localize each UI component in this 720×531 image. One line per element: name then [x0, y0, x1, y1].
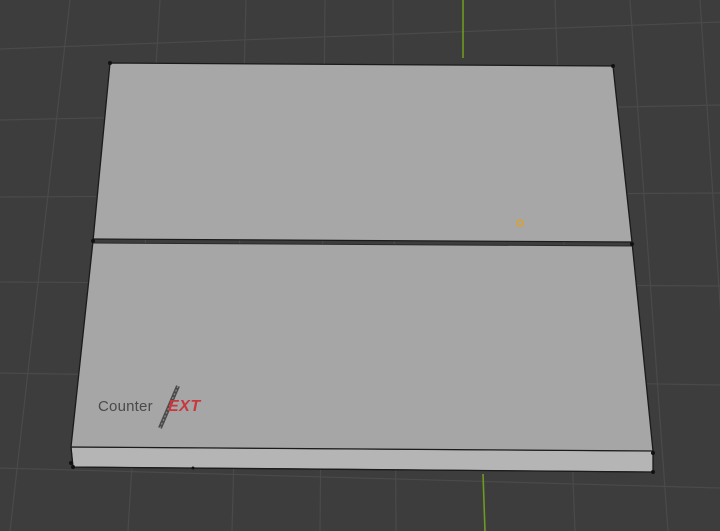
y-axis-line-lower — [482, 473, 486, 531]
counterext-logo: Counter EXT — [98, 385, 228, 432]
logo-accent: EXT — [168, 398, 201, 415]
viewport-scene[interactable] — [0, 0, 720, 531]
logo-word: Counter — [98, 398, 153, 415]
top-face-upper — [93, 63, 632, 242]
3d-viewport[interactable]: Counter EXT — [0, 0, 720, 531]
